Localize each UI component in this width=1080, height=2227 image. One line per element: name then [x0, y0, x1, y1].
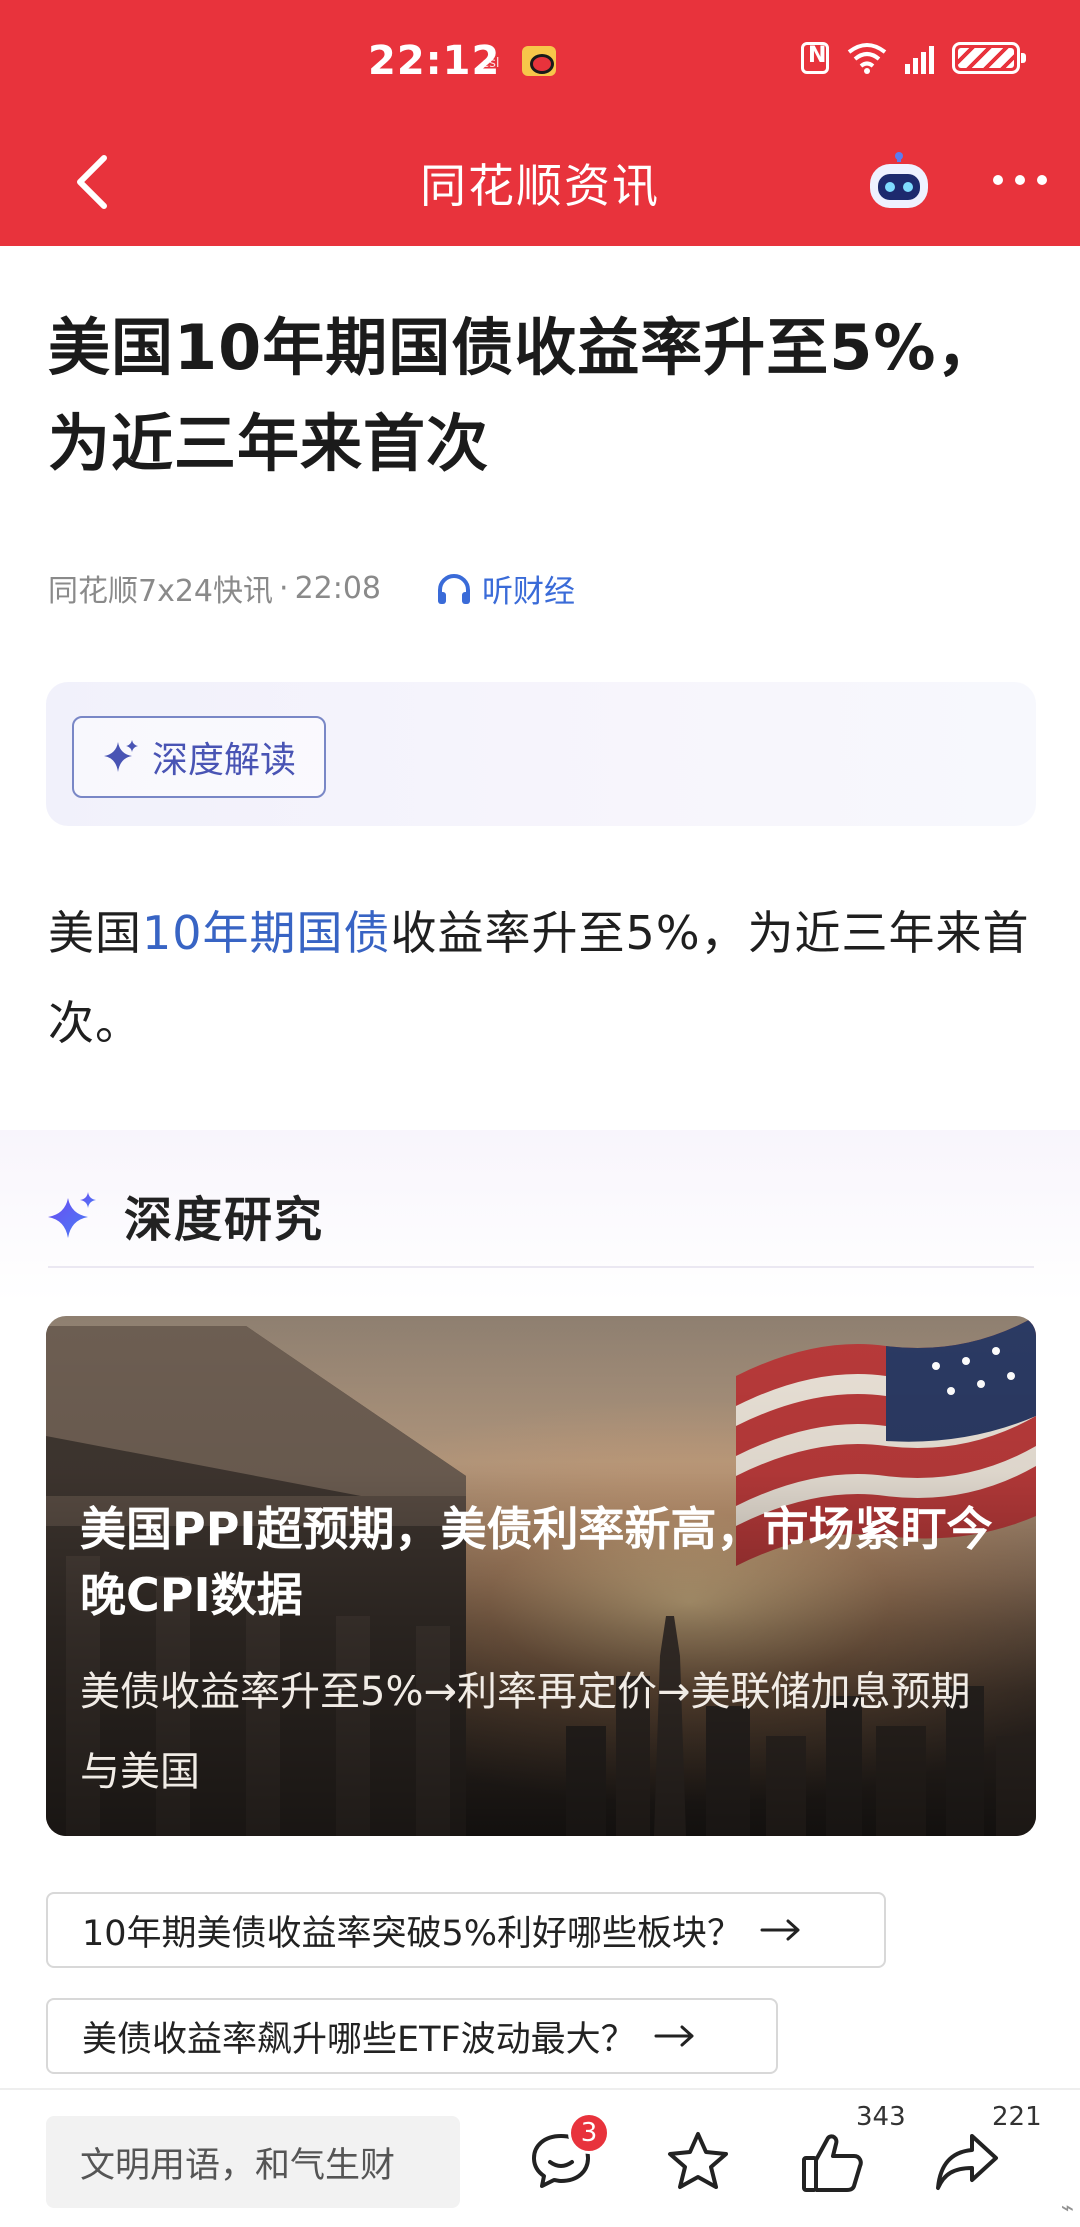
research-section-title: 深度研究	[124, 1192, 325, 1248]
sparkle-icon	[103, 740, 138, 772]
article-source[interactable]: 同花顺7x24快讯	[48, 566, 273, 610]
comment-placeholder: 文明用语，和气生财	[80, 2145, 396, 2186]
arrow-right-icon	[760, 1919, 800, 1941]
ai-robot-icon[interactable]	[866, 152, 932, 212]
research-header: 深度研究	[48, 1180, 324, 1250]
card-description: 美债收益率升至5%→利率再定价→美联储加息预期与美国	[80, 1669, 971, 1795]
deep-read-label: 深度解读	[151, 740, 296, 781]
star-icon[interactable]	[666, 2130, 730, 2192]
article-title: 美国10年期国债收益率升至5%，为近三年来首次	[48, 311, 1000, 480]
deep-read-button[interactable]: 深度解读	[72, 716, 326, 798]
headphone-icon	[438, 573, 470, 604]
question-label: 美债收益率飙升哪些ETF波动最大？	[82, 2019, 636, 2060]
meta-separator: ·	[279, 570, 289, 606]
nfc-icon	[801, 42, 829, 74]
listen-button[interactable]: 听财经	[436, 566, 575, 611]
stock-link[interactable]: 10年期国债	[142, 906, 391, 960]
question-label: 10年期美债收益率突破5%利好哪些板块？	[82, 1913, 743, 1954]
thumbs-up-icon[interactable]	[800, 2130, 866, 2196]
suggested-question-1[interactable]: 10年期美债收益率突破5%利好哪些板块？	[46, 1892, 886, 1968]
comment-count-badge: 3	[568, 2112, 610, 2154]
card-title: 美国PPI超预期，美债利率新高，市场紧盯今晚CPI数据	[80, 1502, 993, 1622]
comment-input[interactable]: 文明用语，和气生财	[46, 2116, 460, 2208]
research-report-card[interactable]: 美国PPI超预期，美债利率新高，市场紧盯今晚CPI数据 美债收益率升至5%→利率…	[46, 1316, 1036, 1836]
like-count: 343	[856, 2102, 906, 2132]
divider	[48, 1266, 1034, 1268]
article-body: 美国10年期国债收益率升至5%，为近三年来首次。	[48, 888, 1038, 1068]
article-meta: 同花顺7x24快讯 · 22:08	[48, 566, 381, 610]
watermark-mark: ⌁	[1060, 2196, 1074, 2221]
share-icon[interactable]	[934, 2130, 1000, 2192]
app-header: 22:12 csl 同花顺资讯	[0, 0, 1080, 246]
deep-read-panel: 深度解读	[46, 682, 1036, 826]
wifi-icon	[847, 43, 887, 74]
bottom-action-bar: 文明用语，和气生财 3 343 221 ⌁	[0, 2088, 1080, 2227]
cellular-signal-icon	[905, 42, 934, 74]
status-bar: 22:12 csl	[0, 0, 1080, 120]
status-time: 22:12	[368, 38, 501, 84]
nav-bar: 同花顺资讯	[0, 120, 1080, 246]
status-mini-label: csl	[482, 56, 500, 71]
suggested-question-2[interactable]: 美债收益率飙升哪些ETF波动最大？	[46, 1998, 778, 2074]
share-count: 221	[992, 2102, 1042, 2132]
battery-icon	[952, 42, 1026, 74]
sparkle-icon	[48, 1192, 96, 1238]
article-time: 22:08	[294, 570, 382, 606]
arrow-right-icon	[654, 2025, 694, 2047]
weibo-notification-icon	[522, 46, 556, 76]
body-prefix: 美国	[48, 906, 142, 960]
status-indicators	[801, 42, 1026, 74]
listen-label: 听财经	[482, 574, 575, 610]
more-options-icon[interactable]	[990, 168, 1050, 192]
